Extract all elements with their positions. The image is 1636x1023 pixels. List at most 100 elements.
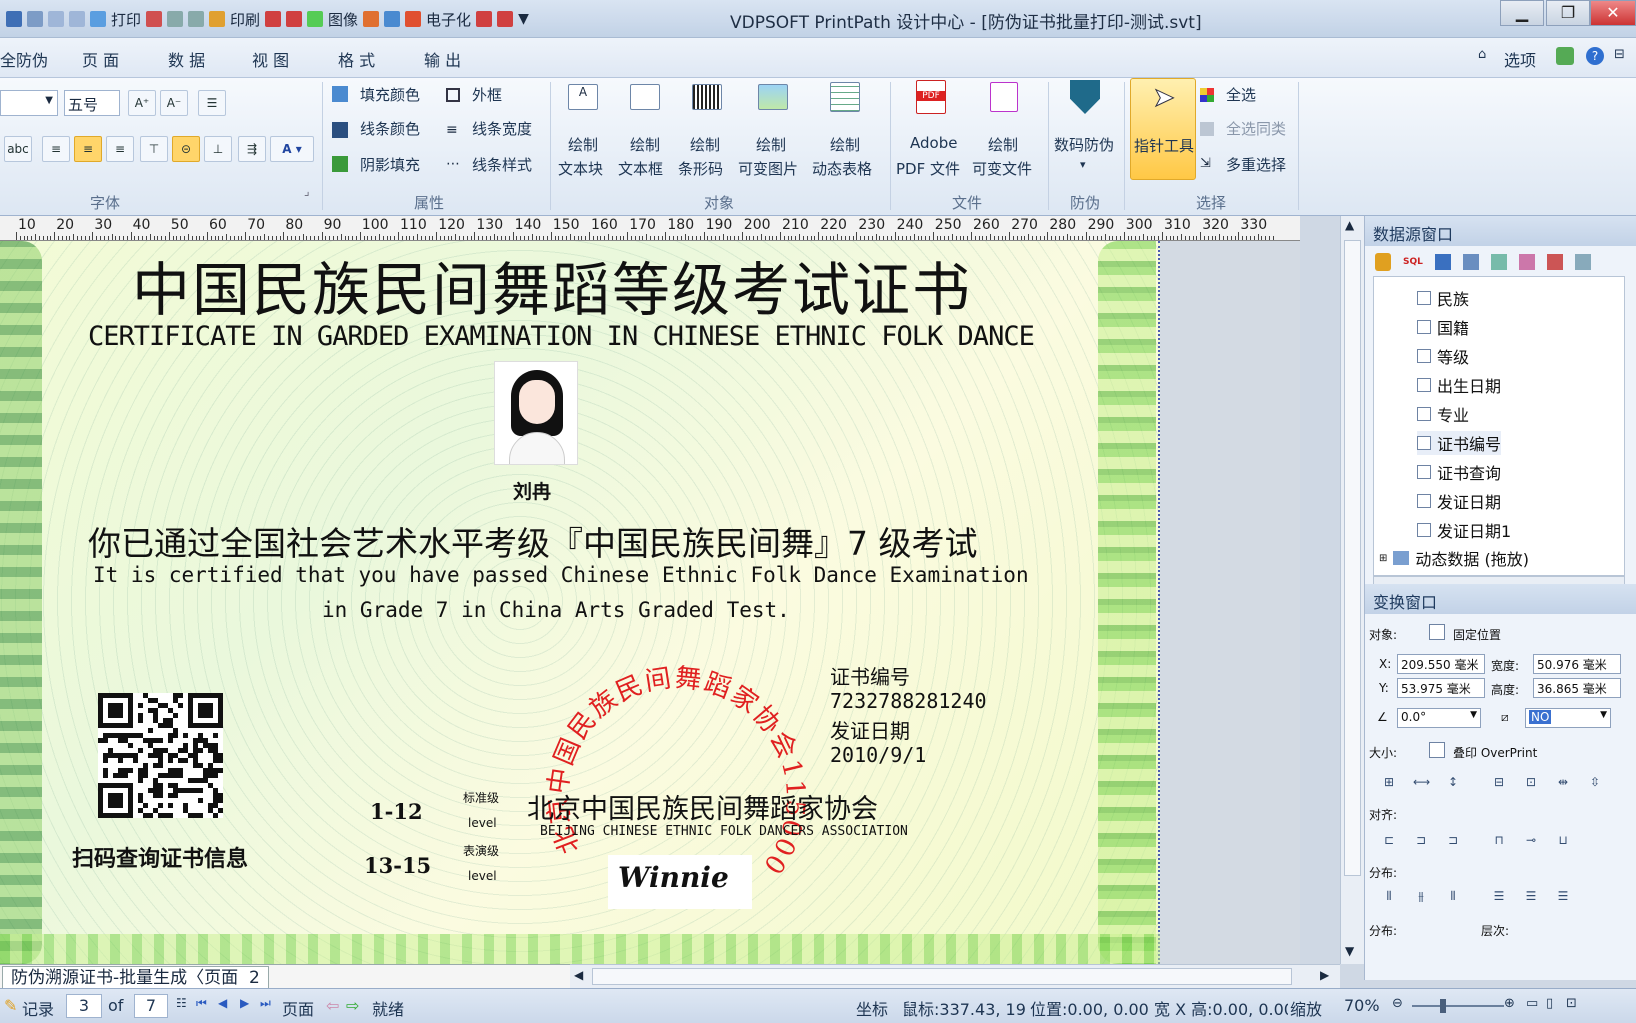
- association-name-cn[interactable]: 北京中国民族民间舞蹈家协会: [527, 787, 878, 826]
- pointer-tool-button[interactable]: ➤ 指针工具: [1130, 78, 1196, 180]
- level1-range[interactable]: 1-12: [370, 799, 423, 824]
- database-icon[interactable]: [1375, 253, 1391, 271]
- tree-item-cert-number[interactable]: 证书编号: [1417, 431, 1502, 455]
- rotation-select[interactable]: 0.0° ▼: [1397, 708, 1481, 728]
- same-width-icon[interactable]: ⟷: [1413, 774, 1430, 790]
- portrait-photo[interactable]: [494, 361, 578, 465]
- hscroll-thumb[interactable]: [592, 968, 1292, 985]
- passed-statement-en-1[interactable]: It is certified that you have passed Chi…: [93, 563, 1029, 587]
- grow-font-button[interactable]: A⁺: [128, 90, 156, 116]
- font-size-combo[interactable]: 五号: [64, 90, 120, 116]
- tree-item-birthdate[interactable]: 出生日期: [1417, 373, 1501, 397]
- maximize-button[interactable]: ❐: [1546, 0, 1590, 26]
- align-center-button[interactable]: ≡: [74, 136, 102, 162]
- printer-icon[interactable]: [188, 11, 205, 27]
- tree-item-grade[interactable]: 等级: [1417, 344, 1469, 368]
- delete-field-icon[interactable]: [1546, 254, 1563, 270]
- folder-icon[interactable]: [209, 11, 226, 27]
- passed-statement-en-2[interactable]: in Grade 7 in China Arts Graded Test.: [322, 598, 790, 622]
- select-all-button[interactable]: 全选: [1226, 84, 1256, 105]
- font-dialog-launcher[interactable]: ⌟: [304, 184, 310, 198]
- wrap-text-button[interactable]: ⇶: [238, 136, 266, 162]
- same-height-icon[interactable]: ↕: [1445, 774, 1461, 790]
- certificate-title-en[interactable]: CERTIFICATE IN GARDED EXAMINATION IN CHI…: [88, 321, 1035, 352]
- qr-code[interactable]: [98, 693, 224, 819]
- monitor-icon[interactable]: [384, 11, 401, 27]
- scroll-thumb[interactable]: [1344, 240, 1361, 876]
- align-bottom-icon[interactable]: ⊔: [1555, 832, 1571, 848]
- pdf3-icon[interactable]: [476, 11, 493, 27]
- scroll-down-icon[interactable]: ▼: [1345, 944, 1354, 958]
- save-icon[interactable]: [27, 11, 43, 27]
- scroll-left-icon[interactable]: ◀: [574, 968, 583, 982]
- zoom-out-icon[interactable]: ⊖: [1392, 996, 1403, 1011]
- redo-icon[interactable]: [69, 11, 85, 27]
- filter-icon[interactable]: [1434, 254, 1451, 270]
- align-hcenter-icon[interactable]: ⊐: [1413, 832, 1429, 848]
- distribute-left-icon[interactable]: ⫴: [1381, 888, 1397, 904]
- tree-item-nationality[interactable]: 国籍: [1417, 315, 1469, 339]
- sort-icon[interactable]: [1462, 254, 1479, 270]
- customize-dropdown-icon[interactable]: ▼: [518, 11, 529, 27]
- shrink-font-button[interactable]: A⁻: [160, 90, 188, 116]
- distribute-bottom-icon[interactable]: ☰: [1555, 888, 1571, 904]
- center-v-icon[interactable]: ⊡: [1523, 774, 1539, 790]
- menu-data[interactable]: 数 据: [168, 47, 205, 71]
- pdf4-icon[interactable]: [497, 11, 514, 27]
- print-icon[interactable]: [146, 11, 163, 27]
- certificate-title-cn[interactable]: 中国民族民间舞蹈等级考试证书: [132, 243, 972, 327]
- center-h-icon[interactable]: ⊟: [1491, 774, 1507, 790]
- tree-item-ethnicity[interactable]: 民族: [1417, 286, 1469, 310]
- shadow-fill-button[interactable]: 阴影填充: [360, 154, 420, 175]
- distribute-center-icon[interactable]: ⫵: [1413, 888, 1429, 904]
- zoom-in-icon[interactable]: ⊕: [1504, 996, 1515, 1011]
- tree-item-dynamic-data[interactable]: ⊞ 动态数据 (拖放): [1379, 546, 1529, 570]
- fixed-position-checkbox[interactable]: [1429, 624, 1445, 640]
- issue-date-value[interactable]: 2010/9/1: [830, 743, 926, 767]
- fit-width-icon[interactable]: ▯: [1546, 996, 1553, 1011]
- x-field[interactable]: 209.550 毫米: [1397, 654, 1485, 674]
- next-record-icon[interactable]: ▶: [240, 996, 249, 1010]
- menu-security[interactable]: 全防伪: [0, 47, 48, 71]
- level2-range[interactable]: 13-15: [364, 853, 431, 878]
- record-list-icon[interactable]: ☷: [176, 996, 187, 1010]
- y-field[interactable]: 53.975 毫米: [1397, 678, 1485, 698]
- font-family-combo[interactable]: ▼: [0, 90, 58, 116]
- align-left-icon[interactable]: ⊏: [1381, 832, 1397, 848]
- forward-arrow-icon[interactable]: ⇨: [346, 996, 359, 1015]
- distribute-top-icon[interactable]: ☰: [1491, 888, 1507, 904]
- minimize-button[interactable]: ▁: [1500, 0, 1544, 26]
- prev-record-icon[interactable]: ◀: [218, 996, 227, 1010]
- level1-en[interactable]: level: [468, 816, 497, 830]
- help-icon[interactable]: ?: [1586, 47, 1604, 65]
- first-record-icon[interactable]: ⏮: [196, 996, 207, 1011]
- passed-statement-cn[interactable]: 你已通过全国社会艺术水平考级『中国民族民间舞』7 级考试: [88, 517, 978, 565]
- quick-image[interactable]: 图像: [328, 9, 358, 30]
- distribute-right-icon[interactable]: ⫴: [1445, 888, 1461, 904]
- width-field[interactable]: 50.976 毫米: [1533, 654, 1621, 674]
- same-size-icon[interactable]: ⊞: [1381, 774, 1397, 790]
- tree-item-issue-date[interactable]: 发证日期: [1417, 489, 1501, 513]
- line-style-button[interactable]: 线条样式: [472, 154, 532, 175]
- plugin-icon[interactable]: [1556, 47, 1574, 65]
- association-name-en[interactable]: BEIJING CHINESE ETHNIC FOLK DANCERS ASSO…: [540, 824, 908, 839]
- menu-output[interactable]: 输 出: [424, 47, 461, 71]
- minus-icon[interactable]: [90, 11, 106, 27]
- cert-number-value[interactable]: 7232788281240: [830, 689, 987, 713]
- app-icon[interactable]: [6, 11, 22, 27]
- valign-top-button[interactable]: ⊤: [140, 136, 168, 162]
- quick-digitize[interactable]: 电子化: [426, 9, 471, 30]
- pdf2-icon[interactable]: [286, 11, 303, 27]
- align-vcenter-icon[interactable]: ⊸: [1523, 832, 1539, 848]
- scroll-up-icon[interactable]: ▲: [1345, 218, 1354, 232]
- qr-caption[interactable]: 扫码查询证书信息: [72, 841, 248, 873]
- pdf-icon[interactable]: [265, 11, 282, 27]
- multi-select-button[interactable]: 多重选择: [1226, 154, 1286, 175]
- quick-print[interactable]: 打印: [111, 9, 141, 30]
- align-right-icon[interactable]: ⊐: [1445, 832, 1461, 848]
- level2-label[interactable]: 表演级: [463, 842, 499, 859]
- preview-icon[interactable]: [167, 11, 184, 27]
- level1-label[interactable]: 标准级: [463, 789, 499, 806]
- valign-bottom-button[interactable]: ⊥: [204, 136, 232, 162]
- overprint-checkbox[interactable]: [1429, 742, 1445, 758]
